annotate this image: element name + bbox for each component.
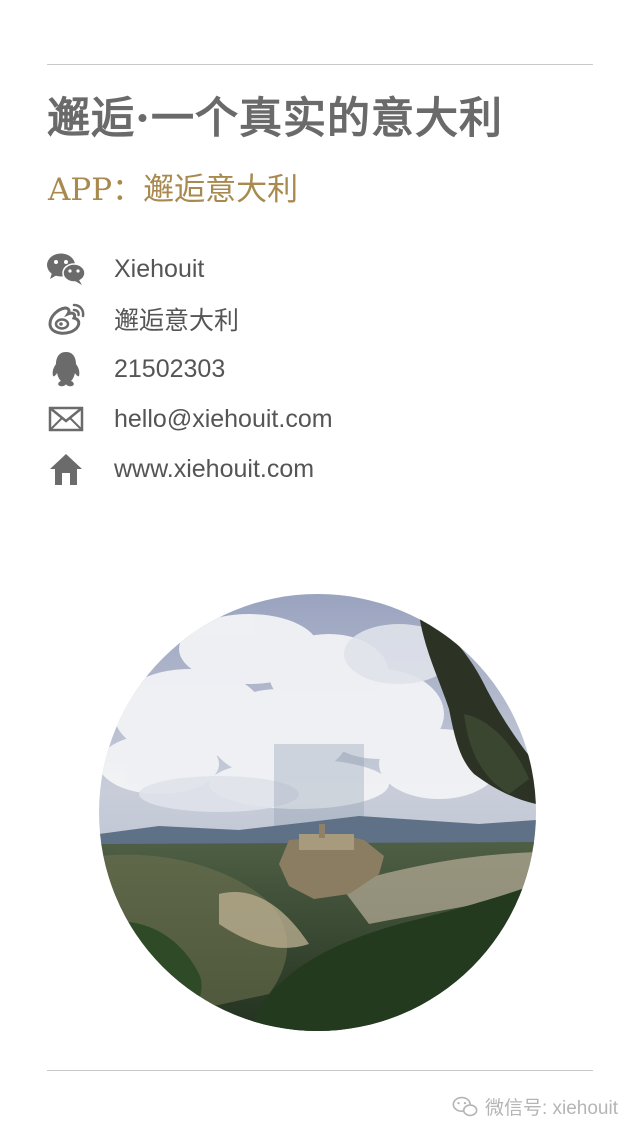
bottom-divider: [47, 1070, 593, 1071]
website-link[interactable]: www.xiehouit.com: [114, 455, 314, 484]
contact-item-qq: 21502303: [46, 344, 546, 394]
home-icon: [46, 449, 86, 489]
weibo-account: 邂逅意大利: [114, 307, 240, 335]
footer-wechat-id: 微信号: xiehouit: [451, 1093, 618, 1120]
contact-item-weibo: 邂逅意大利: [46, 294, 546, 344]
wechat-icon: [451, 1096, 479, 1118]
page-title: 邂逅·一个真实的意大利: [47, 94, 503, 144]
landscape-photo: [99, 594, 536, 1031]
qq-icon: [46, 349, 86, 389]
email-address[interactable]: hello@xiehouit.com: [114, 405, 333, 434]
wechat-icon: [46, 249, 86, 289]
top-divider: [47, 64, 593, 65]
mail-icon: [46, 399, 86, 439]
page-subtitle: APP：邂逅意大利: [48, 172, 299, 208]
contact-item-email: hello@xiehouit.com: [46, 394, 546, 444]
contact-item-website: www.xiehouit.com: [46, 444, 546, 494]
qq-number: 21502303: [114, 354, 226, 383]
footer-text: 微信号: xiehouit: [484, 1098, 618, 1119]
contact-item-wechat: Xiehouit: [46, 244, 546, 294]
wechat-id: Xiehouit: [114, 254, 205, 283]
contact-list: Xiehouit 邂逅意大利 21502303 hello@xiehouit.c…: [46, 244, 546, 494]
weibo-icon: [46, 299, 86, 339]
